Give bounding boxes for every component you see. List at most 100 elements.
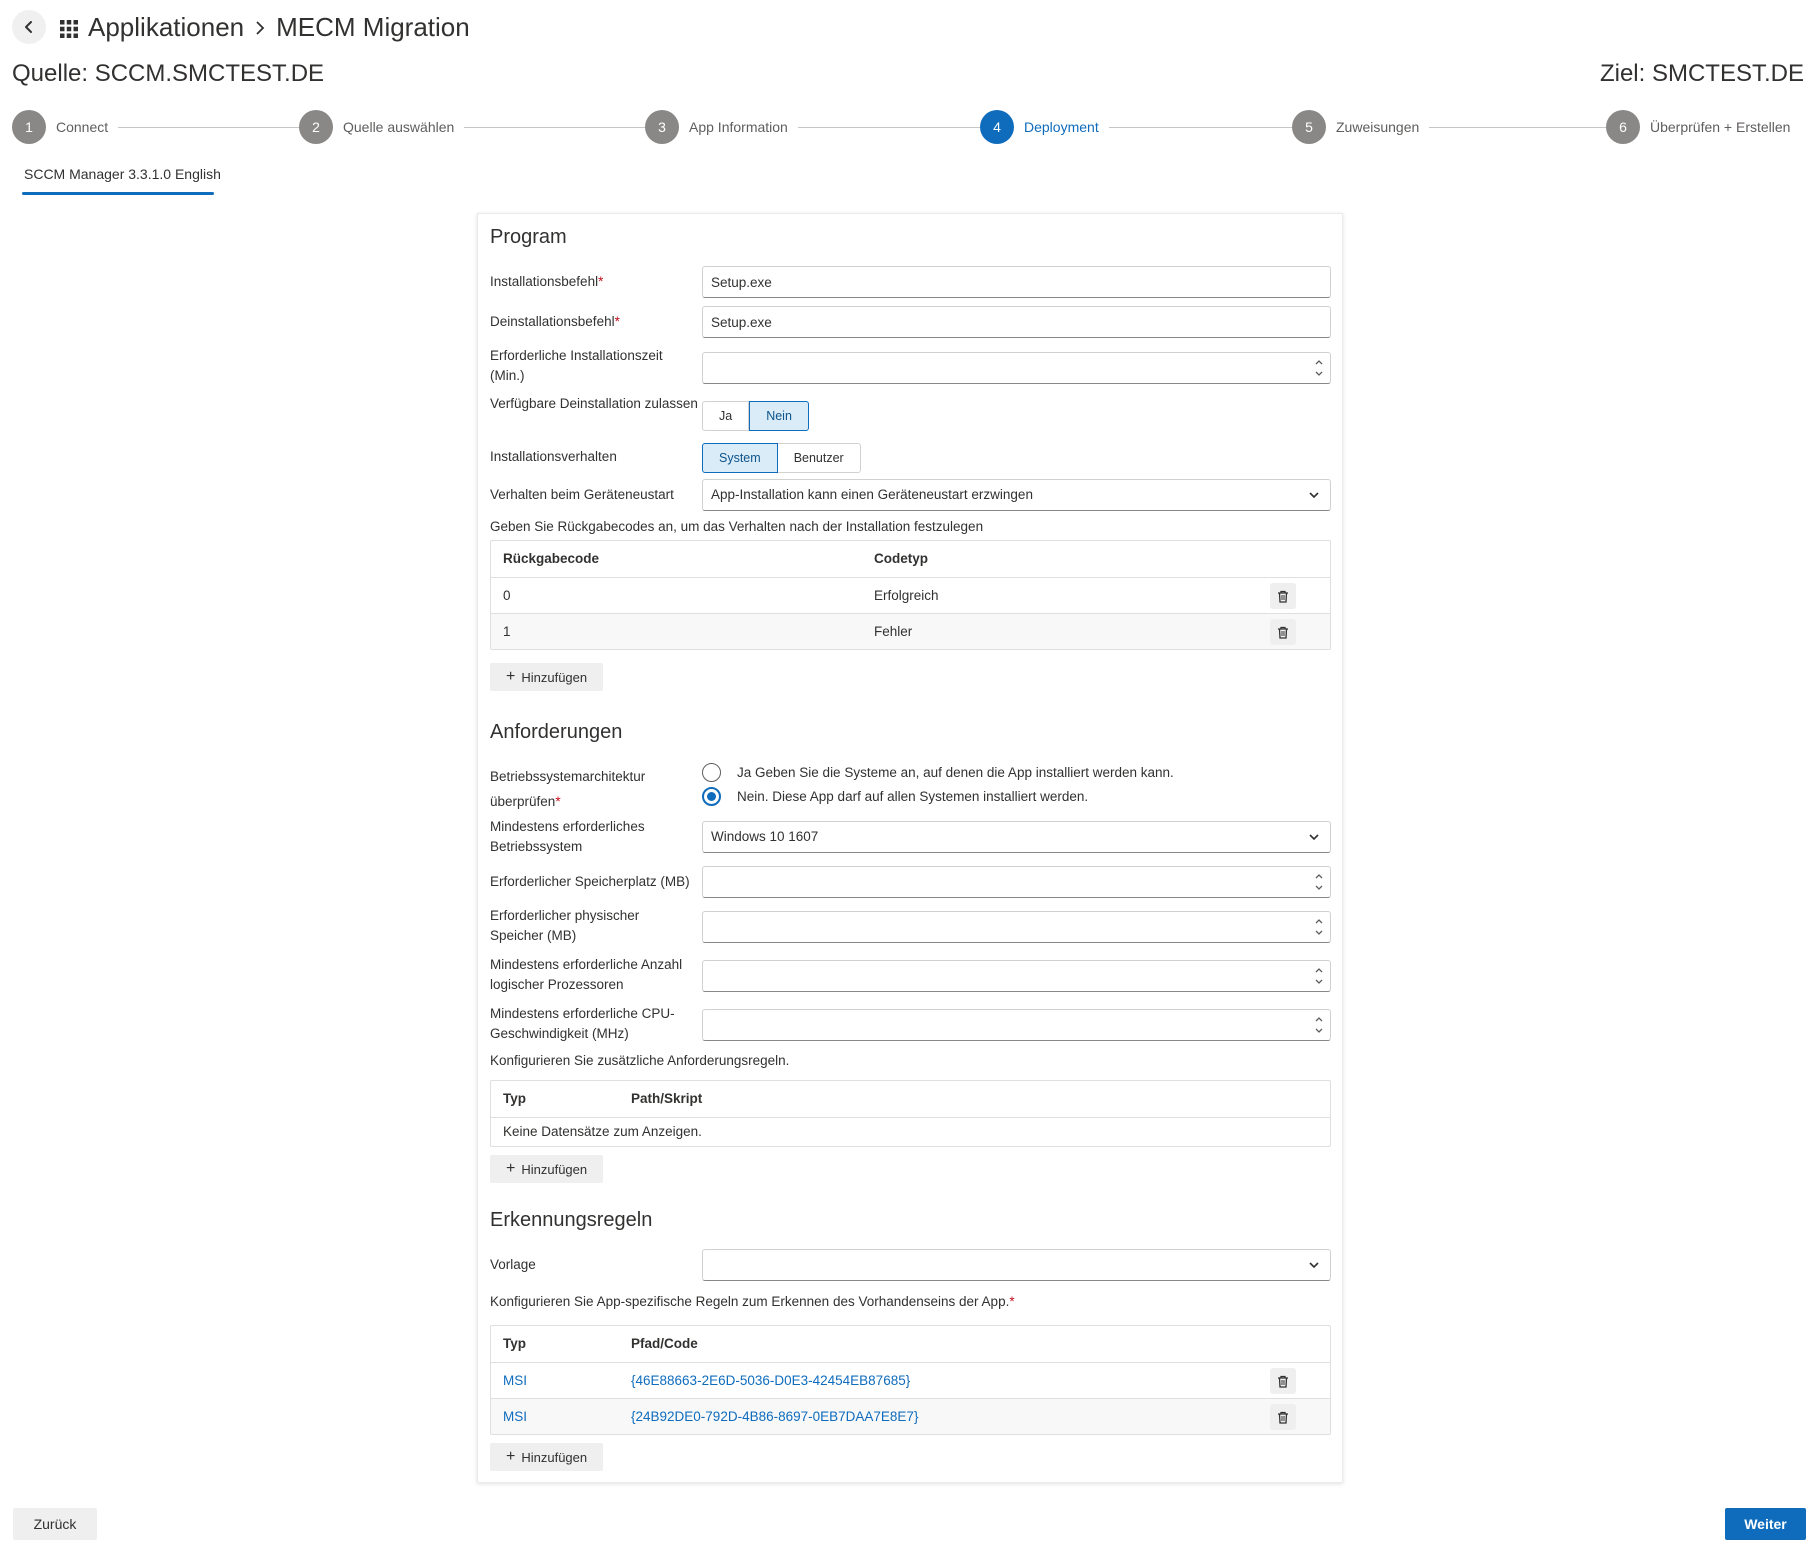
chevron-down-icon (1309, 834, 1319, 841)
code-type-cell: Erfolgreich (874, 588, 939, 603)
template-select[interactable] (702, 1249, 1331, 1281)
back-button[interactable] (12, 10, 46, 44)
chevron-right-icon (256, 20, 265, 35)
radio-button[interactable] (702, 763, 721, 782)
uninstall-cmd-label: Deinstallationsbefehl* (490, 314, 620, 329)
column-header-rueckgabecode: Rückgabecode (503, 551, 600, 566)
uninstall-cmd-input[interactable] (702, 306, 1331, 338)
install-behavior-toggle: System Benutzer (702, 443, 861, 473)
restart-behavior-label: Verhalten beim Geräteneustart (490, 487, 674, 502)
install-time-label: Erforderliche Installationszeit (Min.) (490, 348, 663, 383)
code-type-cell: Fehler (874, 624, 913, 639)
rule-code-link[interactable]: {46E88663-2E6D-5036-D0E3-42454EB87685} (631, 1363, 910, 1399)
step-zuweisungen[interactable]: 5 Zuweisungen (1292, 110, 1430, 144)
spinner-arrows-icon[interactable] (1314, 914, 1324, 940)
table-row: 1 Fehler (491, 613, 1330, 649)
phys-memory-input[interactable] (702, 911, 1331, 943)
rule-code-link[interactable]: {24B92DE0-792D-4B86-8697-0EB7DAA7E8E7} (631, 1399, 918, 1435)
chevron-down-icon (1309, 1262, 1319, 1269)
section-title-program: Program (490, 226, 567, 248)
spinner-arrows-icon[interactable] (1314, 963, 1324, 989)
radio-label: Nein. Diese App darf auf allen Systemen … (737, 789, 1089, 804)
install-cmd-label: Installationsbefehl* (490, 274, 604, 289)
rule-type-link[interactable]: MSI (503, 1399, 527, 1435)
allow-uninstall-toggle: Ja Nein (702, 401, 809, 431)
os-arch-label: Betriebssystemarchitektur überprüfen* (490, 769, 646, 809)
spinner-arrows-icon[interactable] (1314, 355, 1324, 381)
plus-icon: + (506, 1448, 516, 1465)
rule-type-link[interactable]: MSI (503, 1363, 527, 1399)
deployment-form-card: Program Installationsbefehl* Deinstallat… (477, 213, 1343, 1483)
min-os-select[interactable]: Windows 10 1607 (702, 821, 1331, 853)
install-time-input[interactable] (702, 352, 1331, 384)
chevron-down-icon (1309, 492, 1319, 499)
os-arch-option-nein[interactable]: Nein. Diese App darf auf allen Systemen … (702, 787, 1088, 806)
step-number: 2 (299, 110, 333, 144)
install-cmd-input[interactable] (702, 266, 1331, 298)
disk-space-input[interactable] (702, 866, 1331, 898)
plus-icon: + (506, 1160, 516, 1177)
column-header-path-skript: Path/Skript (631, 1091, 703, 1106)
allow-uninstall-ja[interactable]: Ja (702, 401, 750, 431)
step-number: 3 (645, 110, 679, 144)
min-os-label: Mindestens erforderliches Betriebssystem (490, 819, 645, 854)
step-label: Connect (56, 119, 109, 135)
breadcrumb-item-mecm-migration: MECM Migration (276, 12, 470, 42)
tab-sccm-manager[interactable]: SCCM Manager 3.3.1.0 English (24, 166, 221, 182)
requirement-rules-hint: Konfigurieren Sie zusätzliche Anforderun… (490, 1053, 790, 1068)
trash-icon (1278, 1375, 1288, 1388)
table-row: MSI {46E88663-2E6D-5036-D0E3-42454EB8768… (491, 1362, 1330, 1398)
phys-memory-label: Erforderlicher physischer Speicher (MB) (490, 908, 640, 943)
logical-procs-input[interactable] (702, 960, 1331, 992)
add-requirement-rule-button[interactable]: + Hinzufügen (490, 1155, 604, 1183)
column-header-codetyp: Codetyp (874, 551, 928, 566)
step-number: 1 (12, 110, 46, 144)
app-grid-icon[interactable] (59, 19, 79, 39)
table-row: 0 Erfolgreich (491, 577, 1330, 613)
table-header-row: Rückgabecode Codetyp (491, 541, 1330, 577)
delete-row-button[interactable] (1270, 1368, 1296, 1394)
install-behavior-benutzer[interactable]: Benutzer (777, 443, 861, 473)
empty-message: Keine Datensätze zum Anzeigen. (503, 1124, 702, 1139)
step-ueberpruefen-erstellen[interactable]: 6 Überprüfen + Erstellen (1606, 110, 1791, 144)
restart-behavior-select[interactable]: App-Installation kann einen Geräteneusta… (702, 479, 1331, 511)
requirement-rules-table: Typ Path/Skript Keine Datensätze zum Anz… (490, 1080, 1331, 1147)
step-quelle-auswaehlen[interactable]: 2 Quelle auswählen (299, 110, 465, 144)
allow-uninstall-nein[interactable]: Nein (749, 401, 809, 431)
table-row: MSI {24B92DE0-792D-4B86-8697-0EB7DAA7E8E… (491, 1398, 1330, 1434)
spinner-arrows-icon[interactable] (1314, 869, 1324, 895)
logical-procs-label: Mindestens erforderliche Anzahl logische… (490, 957, 683, 992)
return-codes-table: Rückgabecode Codetyp 0 Erfolgreich 1 Feh… (490, 540, 1331, 650)
disk-space-label: Erforderlicher Speicherplatz (MB) (490, 874, 690, 889)
breadcrumb-item-applikationen[interactable]: Applikationen (88, 12, 244, 43)
spinner-arrows-icon[interactable] (1314, 1012, 1324, 1038)
delete-row-button[interactable] (1270, 583, 1296, 609)
step-number: 4 (980, 110, 1014, 144)
min-os-value: Windows 10 1607 (711, 829, 819, 844)
os-arch-option-ja[interactable]: Ja Geben Sie die Systeme an, auf denen d… (702, 763, 1174, 782)
plus-icon: + (506, 668, 516, 685)
step-connect[interactable]: 1 Connect (12, 110, 119, 144)
trash-icon (1278, 590, 1288, 603)
radio-button-selected[interactable] (702, 787, 721, 806)
step-app-information[interactable]: 3 App Information (645, 110, 798, 144)
step-deployment[interactable]: 4 Deployment (980, 110, 1109, 144)
return-code-cell: 1 (503, 624, 511, 639)
install-behavior-system[interactable]: System (702, 443, 778, 473)
zurueck-button[interactable]: Zurück (13, 1508, 97, 1540)
wizard-stepper: 1 Connect 2 Quelle auswählen 3 App Infor… (12, 110, 1806, 144)
tab-active-indicator (22, 192, 214, 195)
allow-uninstall-label: Verfügbare Deinstallation zulassen (490, 396, 698, 411)
add-detection-rule-button[interactable]: + Hinzufügen (490, 1443, 604, 1471)
step-number: 5 (1292, 110, 1326, 144)
add-return-code-button[interactable]: + Hinzufügen (490, 663, 604, 691)
cpu-speed-input[interactable] (702, 1009, 1331, 1041)
delete-row-button[interactable] (1270, 619, 1296, 645)
step-label: Quelle auswählen (343, 119, 455, 135)
weiter-button[interactable]: Weiter (1725, 1508, 1806, 1540)
restart-behavior-value: App-Installation kann einen Geräteneusta… (711, 487, 1033, 502)
detection-rules-table: Typ Pfad/Code MSI {46E88663-2E6D-5036-D0… (490, 1325, 1331, 1435)
delete-row-button[interactable] (1270, 1404, 1296, 1430)
return-code-cell: 0 (503, 588, 511, 603)
column-header-typ: Typ (503, 1091, 526, 1106)
